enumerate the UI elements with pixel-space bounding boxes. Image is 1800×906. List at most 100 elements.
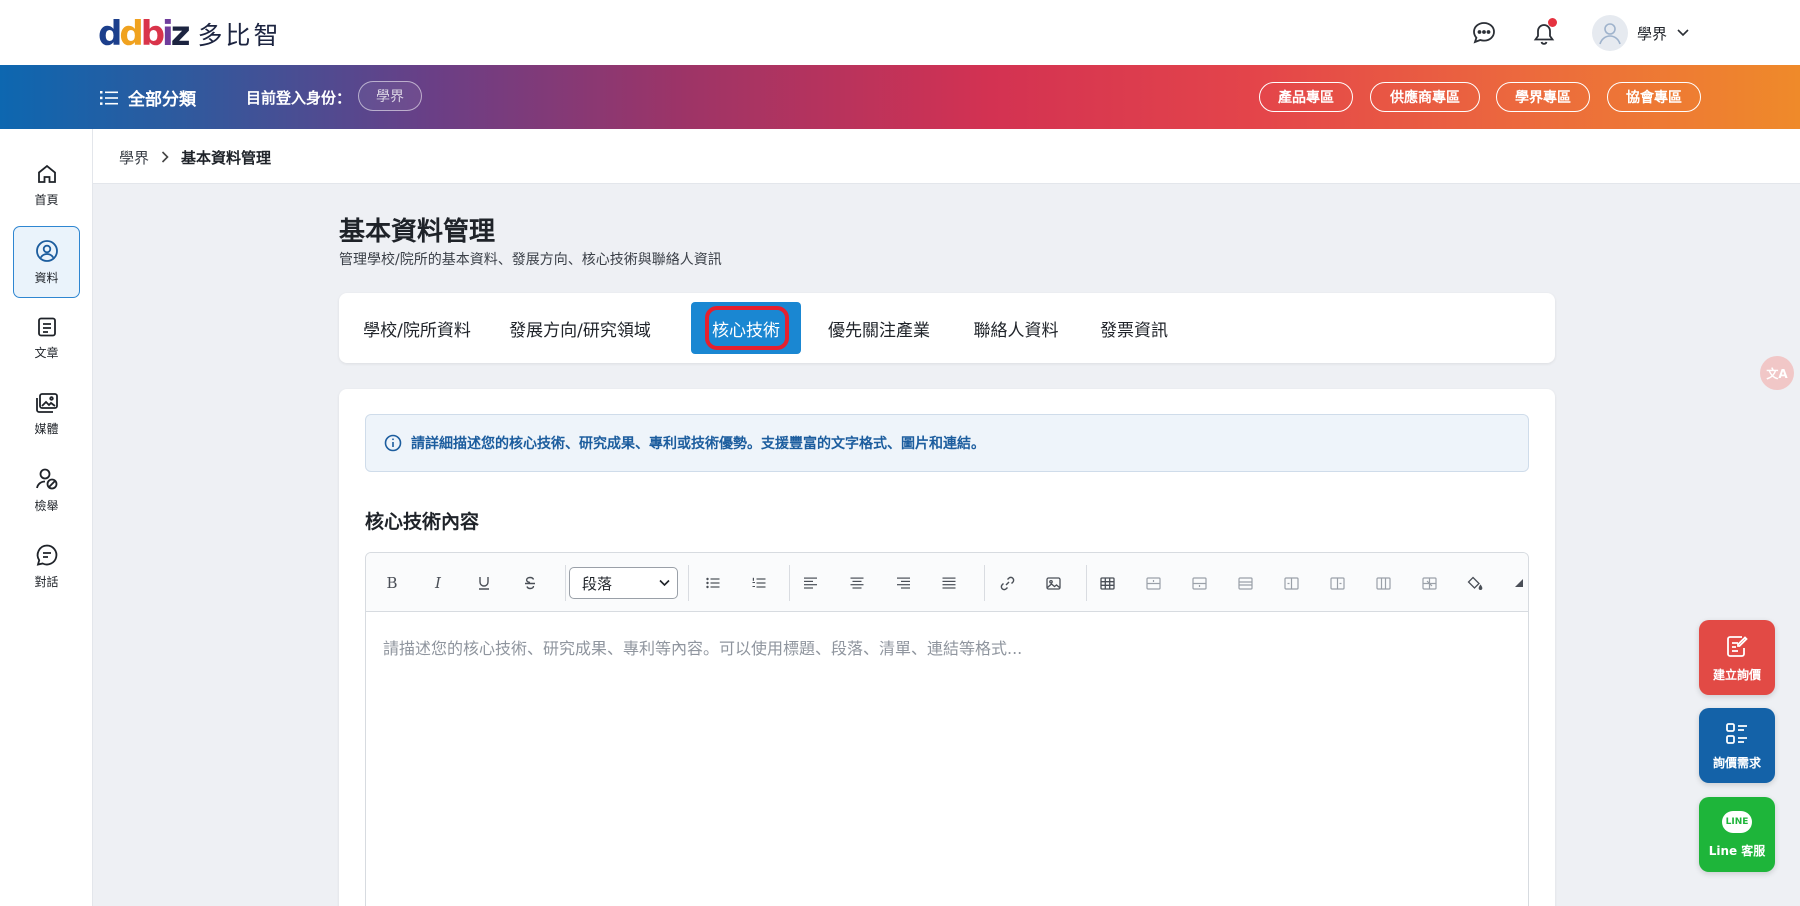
login-identity-badge: 學界 bbox=[358, 81, 422, 111]
link-icon[interactable] bbox=[992, 568, 1022, 598]
info-text: 請詳細描述您的核心技術、研究成果、專利或技術優勢。支援豐富的文字格式、圖片和連結… bbox=[411, 436, 985, 452]
line-service-label: Line 客服 bbox=[1708, 843, 1766, 858]
translate-icon[interactable]: 文A bbox=[1760, 356, 1794, 390]
sidebar-item-label: 對話 bbox=[34, 574, 59, 589]
page-subtitle: 管理學校/院所的基本資料、發展方向、核心技術與聯絡人資訊 bbox=[339, 252, 722, 268]
cell-color-icon[interactable] bbox=[1460, 568, 1490, 598]
align-center-icon[interactable] bbox=[842, 568, 872, 598]
message-icon[interactable] bbox=[1470, 19, 1498, 47]
chat-icon bbox=[36, 544, 57, 566]
page-title: 基本資料管理 bbox=[339, 217, 496, 247]
line-service-button[interactable]: LINE Line 客服 bbox=[1699, 797, 1775, 872]
delete-row-icon[interactable] bbox=[1230, 568, 1260, 598]
category-nav-bar: 全部分類 目前登入身份： 學界 產品專區 供應商專區 學界專區 協會專區 bbox=[0, 65, 1800, 129]
info-notice: 請詳細描述您的核心技術、研究成果、專利或技術優勢。支援豐富的文字格式、圖片和連結… bbox=[365, 414, 1529, 472]
merge-cells-icon[interactable] bbox=[1414, 568, 1444, 598]
report-icon bbox=[35, 468, 57, 489]
delete-column-icon[interactable] bbox=[1368, 568, 1398, 598]
paragraph-format-value: 段落 bbox=[582, 574, 613, 593]
insert-column-left-icon[interactable] bbox=[1276, 568, 1306, 598]
zone-button-associations[interactable]: 協會專區 bbox=[1607, 82, 1701, 112]
editor-placeholder: 請描述您的核心技術、研究成果、專利等內容。可以使用標題、段落、清單、連結等格式.… bbox=[383, 639, 1023, 658]
align-right-icon[interactable] bbox=[888, 568, 918, 598]
tab-bar: 學校/院所資料 發展方向/研究領域 核心技術 優先關注產業 聯絡人資料 發票資訊 bbox=[339, 293, 1555, 363]
top-header: ddbiz 多比智 學界 bbox=[0, 0, 1800, 65]
toolbar-divider bbox=[688, 565, 689, 601]
rich-text-editor[interactable]: B I 段落 請描述您的核心技術、研究成果、專利等內容。可以使用標題、段落、清單… bbox=[365, 552, 1529, 906]
sidebar-item-label: 文章 bbox=[34, 345, 59, 360]
brand-logo[interactable]: ddbiz 多比智 bbox=[98, 14, 282, 54]
core-technology-card: 請詳細描述您的核心技術、研究成果、專利或技術優勢。支援豐富的文字格式、圖片和連結… bbox=[339, 389, 1555, 906]
menu-list-icon bbox=[100, 90, 118, 105]
chevron-down-icon bbox=[659, 579, 670, 587]
zone-button-products[interactable]: 產品專區 bbox=[1259, 82, 1353, 112]
inquiry-needs-label: 詢價需求 bbox=[1712, 755, 1761, 770]
tab-school-info[interactable]: 學校/院所資料 bbox=[357, 302, 477, 354]
user-menu[interactable]: 學界 bbox=[1592, 14, 1689, 52]
table-icon[interactable] bbox=[1092, 568, 1122, 598]
line-logo-icon: LINE bbox=[1722, 810, 1752, 833]
inquiry-needs-button[interactable]: 詢價需求 bbox=[1699, 708, 1775, 783]
insert-column-right-icon[interactable] bbox=[1322, 568, 1352, 598]
sidebar: 首頁 資料 文章 媒體 檢舉 對話 bbox=[0, 129, 93, 906]
breadcrumb-bar: 學界 基本資料管理 bbox=[93, 129, 1800, 184]
insert-row-below-icon[interactable] bbox=[1184, 568, 1214, 598]
breadcrumb-current: 基本資料管理 bbox=[181, 149, 272, 167]
notification-bell-icon[interactable] bbox=[1530, 18, 1558, 47]
article-icon bbox=[37, 317, 56, 336]
tab-priority-industries[interactable]: 優先關注產業 bbox=[819, 302, 939, 354]
zone-button-academia[interactable]: 學界專區 bbox=[1496, 82, 1590, 112]
paragraph-format-select[interactable]: 段落 bbox=[569, 567, 678, 599]
numbered-list-icon[interactable] bbox=[744, 568, 774, 598]
sidebar-item-articles[interactable]: 文章 bbox=[13, 302, 80, 374]
home-icon bbox=[37, 164, 56, 183]
logo-text: 多比智 bbox=[197, 21, 282, 50]
insert-row-above-icon[interactable] bbox=[1138, 568, 1168, 598]
italic-icon[interactable]: I bbox=[423, 568, 453, 598]
sidebar-item-home[interactable]: 首頁 bbox=[13, 149, 80, 221]
tab-contact-info[interactable]: 聯絡人資料 bbox=[966, 302, 1066, 354]
zone-button-suppliers[interactable]: 供應商專區 bbox=[1370, 82, 1480, 112]
chevron-right-icon bbox=[161, 149, 169, 167]
breadcrumb-parent[interactable]: 學界 bbox=[119, 147, 149, 168]
sidebar-item-label: 首頁 bbox=[34, 192, 59, 207]
media-icon bbox=[35, 392, 58, 413]
align-justify-icon[interactable] bbox=[934, 568, 964, 598]
section-title: 核心技術內容 bbox=[365, 511, 480, 533]
toolbar-divider bbox=[789, 565, 790, 601]
sidebar-item-chat[interactable]: 對話 bbox=[13, 530, 80, 602]
toolbar-divider bbox=[565, 565, 566, 601]
image-icon[interactable] bbox=[1038, 568, 1068, 598]
login-identity-label: 目前登入身份： bbox=[246, 89, 352, 107]
align-left-icon[interactable] bbox=[796, 568, 826, 598]
logo-mark: ddbiz bbox=[98, 14, 190, 54]
sidebar-item-media[interactable]: 媒體 bbox=[13, 378, 80, 450]
profile-icon bbox=[35, 239, 58, 262]
tab-invoice-info[interactable]: 發票資訊 bbox=[1092, 302, 1176, 354]
sidebar-item-report[interactable]: 檢舉 bbox=[13, 454, 80, 526]
translate-glyph: 文A bbox=[1766, 366, 1788, 381]
chevron-down-icon bbox=[1677, 29, 1689, 37]
sidebar-item-profile[interactable]: 資料 bbox=[13, 226, 80, 298]
create-inquiry-button[interactable]: 建立詢價 bbox=[1699, 620, 1775, 695]
avatar bbox=[1592, 15, 1628, 51]
more-tools-icon[interactable] bbox=[1504, 568, 1528, 598]
toolbar-divider bbox=[1086, 565, 1087, 601]
create-inquiry-label: 建立詢價 bbox=[1712, 667, 1761, 682]
sidebar-item-label: 檢舉 bbox=[34, 498, 59, 513]
all-categories-label: 全部分類 bbox=[128, 90, 196, 110]
edit-document-icon bbox=[1727, 635, 1748, 657]
breadcrumb: 學界 基本資料管理 bbox=[119, 147, 271, 168]
strikethrough-icon[interactable] bbox=[515, 568, 545, 598]
info-icon bbox=[384, 434, 402, 452]
bold-icon[interactable]: B bbox=[377, 568, 407, 598]
list-grid-icon bbox=[1726, 722, 1747, 744]
all-categories-button[interactable]: 全部分類 bbox=[100, 85, 196, 110]
toolbar-divider bbox=[984, 565, 985, 601]
user-name: 學界 bbox=[1637, 24, 1668, 43]
underline-icon[interactable] bbox=[469, 568, 499, 598]
notification-badge bbox=[1548, 18, 1557, 27]
bullet-list-icon[interactable] bbox=[698, 568, 728, 598]
tab-development-direction[interactable]: 發展方向/研究領域 bbox=[500, 302, 660, 354]
tab-core-technology[interactable]: 核心技術 bbox=[691, 302, 801, 354]
